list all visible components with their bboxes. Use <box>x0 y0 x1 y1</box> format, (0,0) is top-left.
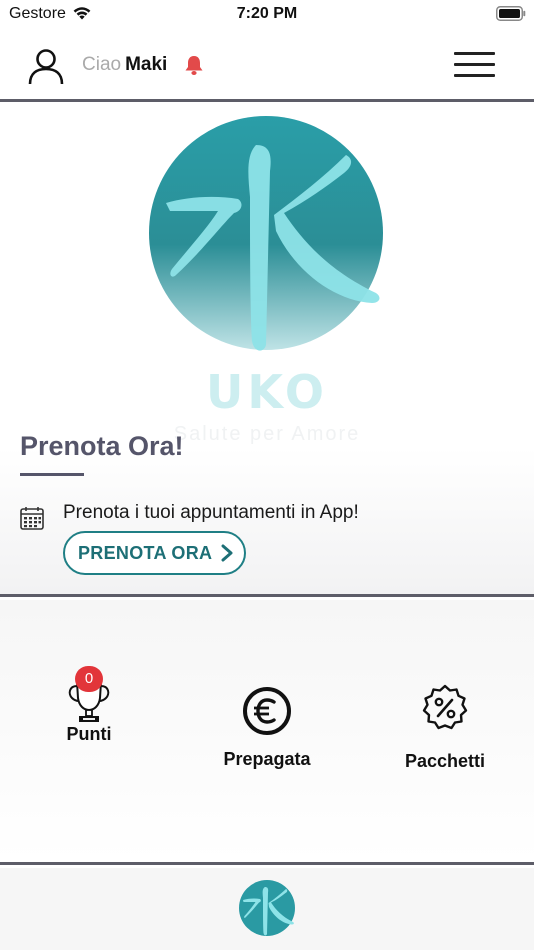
prepaid-label: Prepagata <box>223 749 311 769</box>
packages-button[interactable]: Pacchetti <box>396 684 494 772</box>
app-header: Ciao Maki <box>0 30 534 102</box>
book-now-button[interactable]: PRENOTA ORA <box>63 531 246 575</box>
greeting: Ciao Maki <box>82 54 167 76</box>
title-underline <box>20 473 84 476</box>
chevron-right-icon <box>221 544 233 562</box>
packages-label: Pacchetti <box>404 751 486 771</box>
battery-icon <box>496 6 526 21</box>
logo-text: UKO <box>205 365 329 419</box>
brand-logo <box>149 116 383 351</box>
prepaid-button[interactable]: Prepagata <box>215 686 319 770</box>
booking-section: UKO Salute per Amore Prenota Ora! Prenot… <box>0 105 534 597</box>
section-title: Prenota Ora! <box>20 431 184 461</box>
bell-icon[interactable] <box>183 54 205 76</box>
footer-bar <box>0 868 534 950</box>
greeting-word: Ciao <box>82 54 122 75</box>
booking-description: Prenota i tuoi appuntamenti in App! <box>63 502 359 523</box>
features-section: 0 Punti Prepagata Pacchetti <box>0 600 534 865</box>
status-time: 7:20 PM <box>236 5 298 22</box>
user-name: Maki <box>125 54 168 75</box>
points-button[interactable]: 0 Punti <box>40 666 138 745</box>
points-badge: 0 <box>75 666 103 692</box>
calendar-icon <box>20 507 44 530</box>
points-label: Punti <box>66 724 112 744</box>
menu-button[interactable] <box>454 50 496 80</box>
book-now-label: PRENOTA ORA <box>78 542 213 563</box>
euro-icon <box>243 687 291 735</box>
percent-badge-icon <box>422 684 468 730</box>
status-bar: Gestore 7:20 PM <box>0 0 534 30</box>
user-icon[interactable] <box>27 47 65 85</box>
home-logo-button[interactable] <box>238 879 296 937</box>
